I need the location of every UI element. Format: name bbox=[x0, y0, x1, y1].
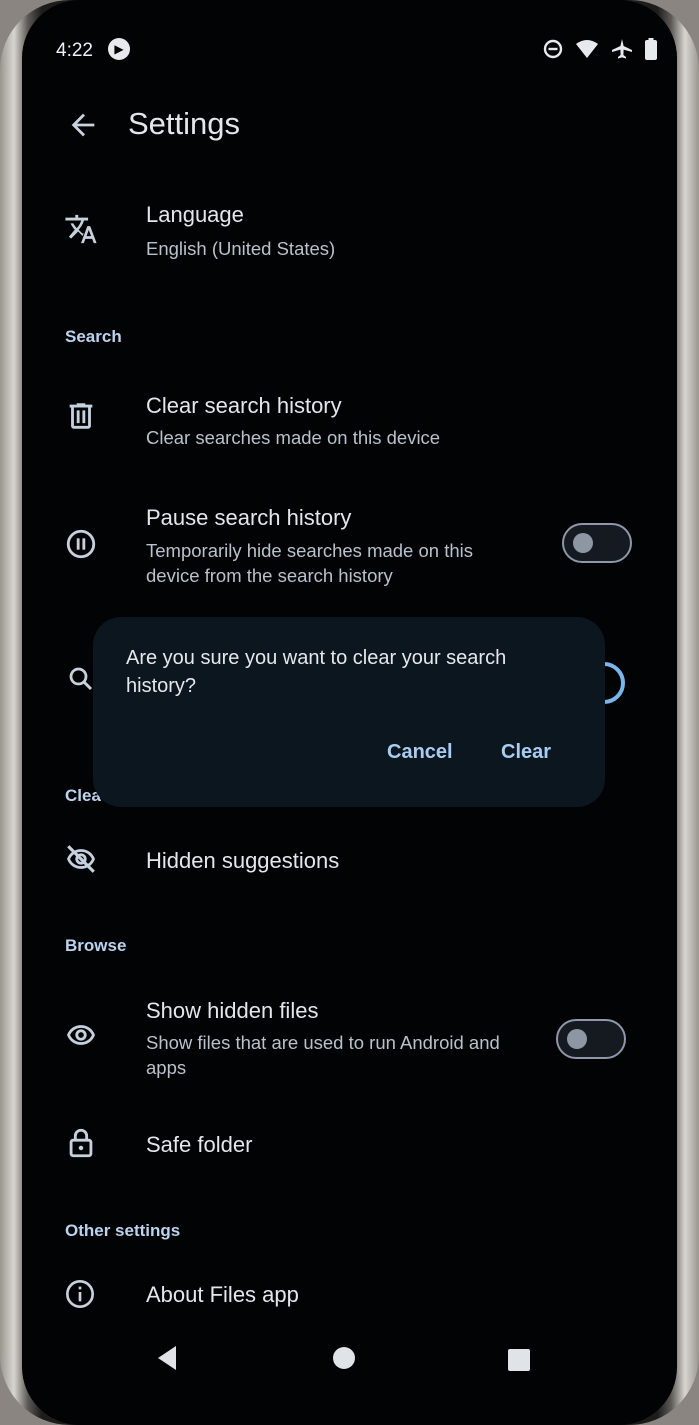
toggle-knob bbox=[567, 1029, 587, 1049]
eye-off-icon bbox=[67, 845, 95, 873]
dialog-message: Are you sure you want to clear your sear… bbox=[126, 647, 507, 697]
info-icon bbox=[66, 1280, 94, 1308]
clear-search-history-subtitle: Clear searches made on this device bbox=[146, 427, 441, 448]
do-not-disturb-icon bbox=[543, 39, 563, 59]
toggle-knob bbox=[573, 533, 593, 553]
nav-home-icon[interactable] bbox=[333, 1347, 355, 1369]
show-hidden-files-toggle[interactable] bbox=[556, 1019, 626, 1059]
translate-icon bbox=[65, 214, 97, 244]
hidden-suggestions-setting[interactable]: Hidden suggestions bbox=[22, 836, 677, 896]
show-hidden-files-subtitle: Show files that are used to run Android … bbox=[146, 1032, 500, 1078]
show-hidden-files-setting[interactable]: Show hidden files Show files that are us… bbox=[22, 990, 677, 1090]
airplane-icon bbox=[612, 39, 632, 59]
section-header-other: Other settings bbox=[65, 1221, 181, 1240]
pause-search-history-subtitle: Temporarily hide searches made on this d… bbox=[146, 540, 473, 586]
arrow-back-icon[interactable] bbox=[66, 108, 100, 142]
about-title: About Files app bbox=[146, 1282, 299, 1307]
navigation-bar bbox=[22, 1335, 677, 1385]
pause-search-history-setting[interactable]: Pause search history Temporarily hide se… bbox=[22, 497, 677, 597]
language-value: English (United States) bbox=[146, 238, 336, 259]
safe-folder-setting[interactable]: Safe folder bbox=[22, 1120, 677, 1180]
show-hidden-files-title: Show hidden files bbox=[146, 998, 319, 1023]
hidden-suggestions-title: Hidden suggestions bbox=[146, 848, 340, 873]
nav-back-icon[interactable] bbox=[156, 1345, 178, 1371]
nav-recents-icon[interactable] bbox=[508, 1349, 530, 1371]
trash-icon bbox=[69, 403, 93, 429]
wifi-icon bbox=[576, 40, 598, 58]
language-setting[interactable]: Language English (United States) bbox=[22, 196, 677, 276]
about-setting[interactable]: About Files app bbox=[22, 1272, 677, 1322]
toggle-edge bbox=[603, 662, 625, 704]
clear-button[interactable]: Clear bbox=[501, 741, 551, 764]
app-bar: Settings bbox=[22, 100, 677, 156]
clear-search-history-title: Clear search history bbox=[146, 393, 342, 418]
search-refresh-icon bbox=[69, 667, 93, 691]
phone-screen: 4:22 ▶ Settings Language English (United… bbox=[22, 0, 677, 1425]
section-header-browse: Browse bbox=[65, 936, 127, 955]
page-title: Settings bbox=[128, 106, 241, 141]
battery-icon bbox=[645, 38, 657, 60]
status-bar: 4:22 ▶ bbox=[22, 36, 677, 66]
cancel-button[interactable]: Cancel bbox=[387, 741, 453, 764]
language-title: Language bbox=[146, 202, 244, 227]
safe-folder-title: Safe folder bbox=[146, 1132, 253, 1157]
clear-search-history-setting[interactable]: Clear search history Clear searches made… bbox=[22, 385, 677, 465]
pause-search-history-toggle[interactable] bbox=[562, 523, 632, 563]
pause-circle-icon bbox=[66, 529, 96, 559]
media-icon: ▶ bbox=[108, 38, 130, 60]
section-header-search: Search bbox=[65, 327, 122, 346]
status-icons bbox=[543, 38, 657, 60]
confirm-dialog: Are you sure you want to clear your sear… bbox=[93, 617, 605, 807]
eye-icon bbox=[67, 1025, 95, 1045]
pause-search-history-title: Pause search history bbox=[146, 505, 352, 530]
lock-icon bbox=[69, 1128, 93, 1158]
status-time: 4:22 bbox=[56, 40, 93, 61]
